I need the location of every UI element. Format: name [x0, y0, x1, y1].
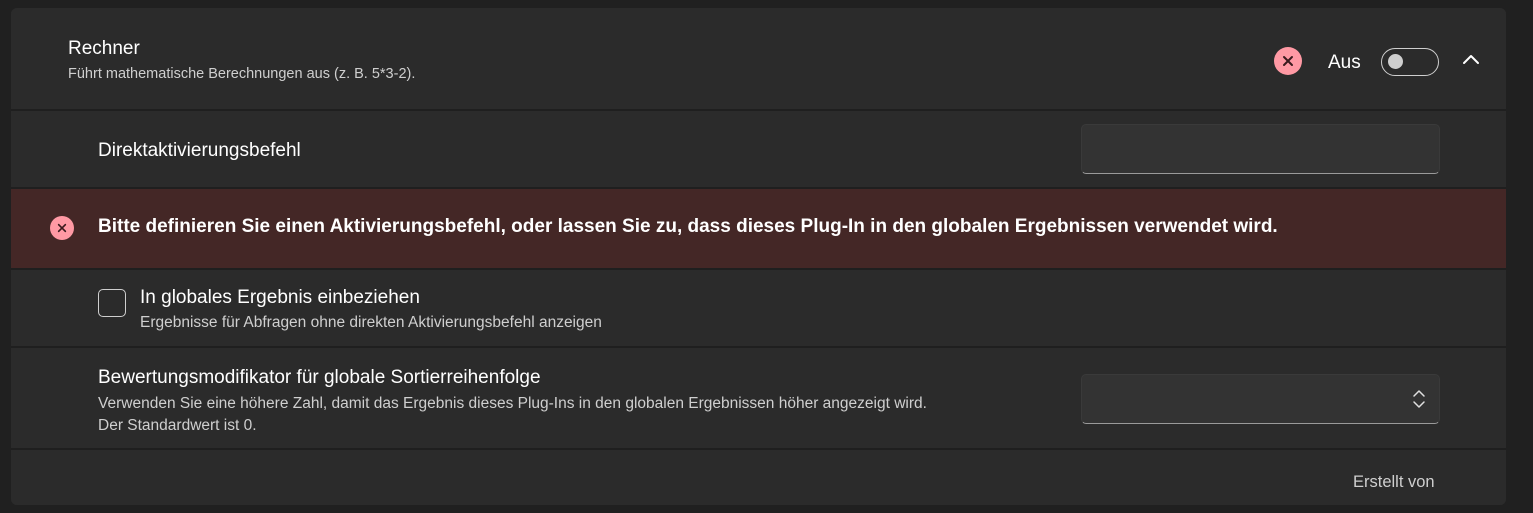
created-by-label: Erstellt von: [1353, 473, 1435, 491]
global-results-checkbox[interactable]: [98, 289, 126, 317]
plugin-footer: Erstellt von: [11, 450, 1506, 505]
global-results-label: In globales Ergebnis einbeziehen: [140, 287, 420, 308]
toggle-state-label: Aus: [1328, 52, 1361, 73]
weight-modifier-input[interactable]: [1081, 374, 1440, 424]
weight-modifier-label: Bewertungsmodifikator für globale Sortie…: [98, 367, 541, 388]
error-status-icon: [1274, 47, 1302, 75]
direct-activation-row: Direktaktivierungsbefehl: [11, 111, 1506, 187]
error-infobar: Bitte definieren Sie einen Aktivierungsb…: [11, 189, 1506, 268]
global-results-row: In globales Ergebnis einbeziehen Ergebni…: [11, 270, 1506, 346]
direct-activation-input[interactable]: [1081, 124, 1440, 174]
close-icon: [1283, 56, 1293, 66]
weight-modifier-row: Bewertungsmodifikator für globale Sortie…: [11, 348, 1506, 448]
close-icon: [57, 223, 67, 233]
plugin-header[interactable]: Rechner Führt mathematische Berechnungen…: [11, 8, 1506, 109]
plugin-description: Führt mathematische Berechnungen aus (z.…: [68, 66, 416, 82]
error-icon: [50, 216, 74, 240]
plugin-settings-card: Rechner Führt mathematische Berechnungen…: [11, 8, 1506, 505]
global-results-description: Ergebnisse für Abfragen ohne direkten Ak…: [140, 314, 602, 331]
direct-activation-label: Direktaktivierungsbefehl: [98, 140, 301, 161]
plugin-title: Rechner: [68, 38, 140, 59]
weight-modifier-description: Verwenden Sie eine höhere Zahl, damit da…: [98, 395, 927, 412]
plugin-enable-toggle[interactable]: [1381, 48, 1439, 76]
weight-modifier-default-note: Der Standardwert ist 0.: [98, 417, 257, 434]
error-message: Bitte definieren Sie einen Aktivierungsb…: [98, 216, 1278, 237]
toggle-knob: [1388, 54, 1403, 69]
up-down-chevron-icon[interactable]: [1411, 389, 1427, 409]
chevron-up-icon[interactable]: [1461, 52, 1481, 66]
